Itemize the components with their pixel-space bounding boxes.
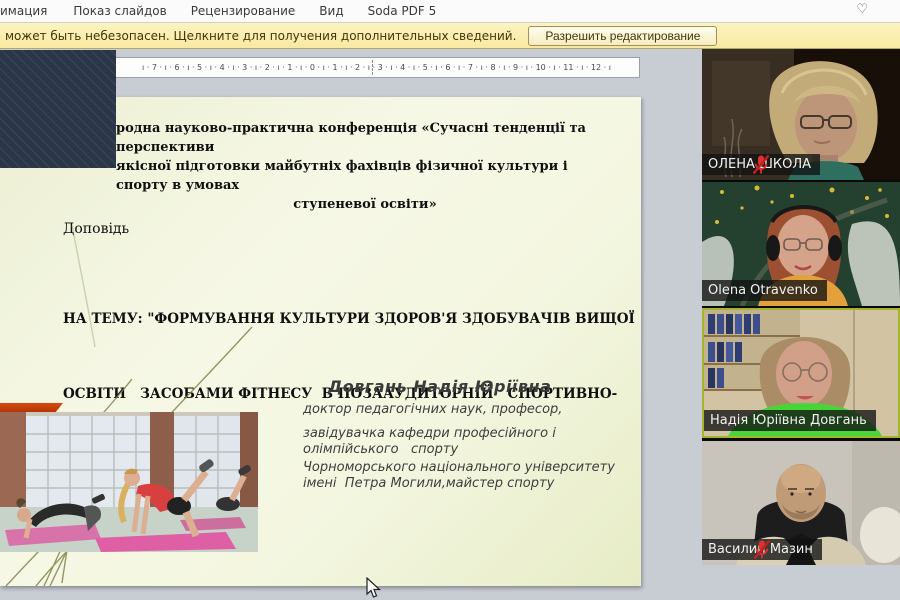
conference-title: родна науково-практична конференція «Суч…: [116, 119, 614, 214]
participant-name-label: Василий Мазин: [702, 539, 822, 560]
video-tile-vasiliy-mazin[interactable]: Василий Мазин: [702, 441, 900, 565]
author-credential-5: імені Петра Могили,майстер спорту: [303, 476, 554, 491]
conference-title-line3: ступеневої освіти»: [116, 195, 614, 214]
conference-title-line2: якісної підготовки майбутніх фахівців фі…: [116, 157, 614, 195]
participant-video-panel: ОЛЕНА ШКОЛА: [702, 49, 900, 565]
video-tile-nadiia-dovhan[interactable]: Надія Юріївна Довгань: [702, 308, 900, 438]
ribbon-tab-view[interactable]: Вид: [319, 4, 343, 18]
participant-name: Olena Otravenko: [708, 283, 818, 298]
video-tile-olena-shkola[interactable]: ОЛЕНА ШКОЛА: [702, 49, 900, 180]
ruler-cursor-marker: [372, 60, 373, 75]
author-credential-1: доктор педагогічних наук, професор,: [303, 402, 562, 417]
author-name: Довгань Надія Юріївна: [328, 377, 551, 396]
ribbon-tab-slideshow[interactable]: Показ слайдов: [73, 4, 166, 18]
ribbon-tab-bar: имация Показ слайдов Рецензирование Вид …: [0, 0, 900, 23]
horizontal-ruler[interactable]: ı · 7 · ı · 6 · ı · 5 · ı · 4 · ı · 3 · …: [113, 57, 640, 78]
participant-name: Надія Юріївна Довгань: [710, 413, 867, 428]
muted-mic-icon: [702, 154, 820, 175]
fitness-class-photo: [0, 412, 258, 552]
warning-message: может быть небезопасен. Щелкните для пол…: [5, 29, 516, 43]
conference-title-line1: родна науково-практична конференція «Суч…: [116, 119, 614, 157]
ribbon-tab-sodapdf[interactable]: Soda PDF 5: [368, 4, 437, 18]
participant-name-label: Olena Otravenko: [702, 280, 827, 301]
heart-icon[interactable]: ♡: [856, 2, 868, 17]
shared-screen: имация Показ слайдов Рецензирование Вид …: [0, 0, 900, 600]
muted-mic-icon: [702, 539, 822, 560]
dark-video-placeholder-block: [0, 50, 116, 168]
author-credential-4: Чорноморського національного університет…: [303, 460, 615, 475]
ribbon-tab-review[interactable]: Рецензирование: [191, 4, 296, 18]
slide-canvas[interactable]: родна науково-практична конференція «Суч…: [0, 97, 641, 586]
author-credential-3: олімпійського спорту: [303, 442, 458, 457]
author-credential-2: завідувачка кафедри професійного і: [303, 426, 556, 441]
participant-name-label: Надія Юріївна Довгань: [704, 410, 876, 431]
protected-view-warning-bar: может быть небезопасен. Щелкните для пол…: [0, 23, 900, 49]
ribbon-tab-animation[interactable]: имация: [0, 4, 47, 18]
mouse-cursor: [366, 577, 382, 599]
ruler-scale: ı · 7 · ı · 6 · ı · 5 · ı · 4 · ı · 3 · …: [114, 63, 639, 72]
enable-editing-button[interactable]: Разрешить редактирование: [528, 26, 717, 46]
participant-name-label: ОЛЕНА ШКОЛА: [702, 154, 820, 175]
video-tile-olena-otravenko[interactable]: Olena Otravenko: [702, 182, 900, 306]
